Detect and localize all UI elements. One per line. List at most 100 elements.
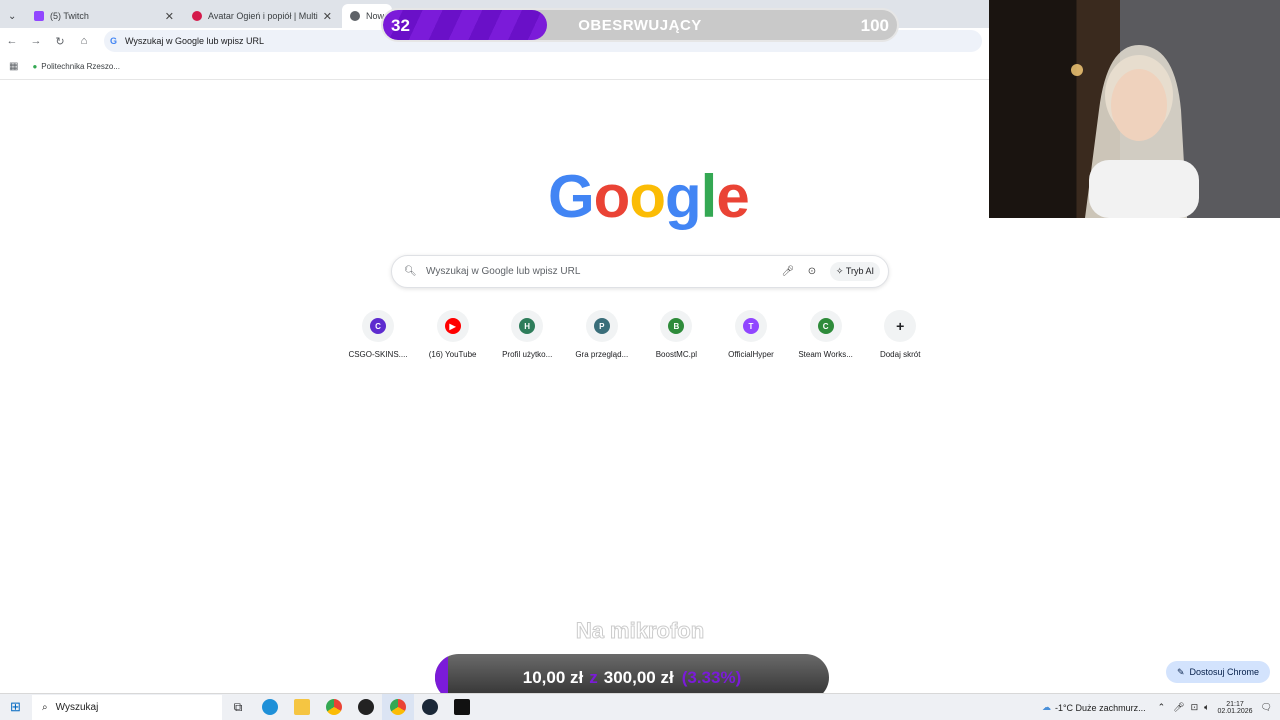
google-logo: Google	[548, 163, 750, 230]
webcam-streamer-image	[1071, 45, 1199, 218]
follower-goal-bar: 32 OBESRWUJĄCY 100	[381, 8, 899, 42]
clock[interactable]: 21:17 02.01.2026	[1218, 701, 1253, 715]
reload-icon[interactable]: ↻	[48, 35, 72, 48]
network-icon[interactable]: ⊡	[1191, 702, 1199, 713]
shortcut-label: Gra przegląd...	[575, 350, 629, 359]
multikino-icon	[192, 11, 202, 21]
volume-icon[interactable]: 🔈︎	[1204, 702, 1209, 713]
microphone-icon[interactable]: 🎤︎	[776, 266, 800, 277]
tab-twitch[interactable]: (5) Twitch ✕	[26, 4, 180, 28]
shortcut-icon-circle: B	[660, 310, 693, 342]
windows-taskbar: ⊞ ⌕ Wyszukaj ⧉ ☁ -1°C Duże zachmurz... ⌃…	[0, 693, 1280, 720]
shortcut-label: CSGO-SKINS....	[348, 350, 408, 359]
back-icon[interactable]: ←	[0, 35, 24, 47]
clock-time: 21:17	[1226, 700, 1244, 708]
shortcut-favicon-icon: P	[593, 318, 610, 334]
shortcut-icon-circle: +	[884, 310, 917, 342]
shortcut-favicon-icon: H	[519, 318, 536, 334]
bookmark-politechnika[interactable]: ● Politechnika Rzeszo...	[32, 62, 120, 71]
google-lens-icon[interactable]: ⊙	[800, 266, 824, 277]
system-tray: ☁ -1°C Duże zachmurz... ⌃ 🎤︎ ⊡ 🔈︎ 21:17 …	[1042, 694, 1280, 720]
shortcut-label: Profil użytko...	[502, 350, 553, 359]
shortcut-label: (16) YouTube	[428, 350, 477, 359]
chevron-up-icon[interactable]: ⌃	[1158, 702, 1166, 713]
twitch-icon	[34, 11, 44, 21]
search-icon: 🔍︎	[404, 266, 417, 277]
chevron-down-icon: ⌄	[8, 10, 17, 22]
bookmarks-bar: ▦ ● Politechnika Rzeszo...	[0, 54, 990, 80]
search-box[interactable]: 🔍︎ Wyszukaj w Google lub wpisz URL 🎤︎ ⊙ …	[391, 255, 889, 288]
pencil-icon: ✎	[1176, 666, 1185, 677]
tab-search-button[interactable]: ⌄	[0, 4, 24, 28]
shortcut-tile[interactable]: + Dodaj skrót	[860, 310, 940, 359]
webcam-overlay	[989, 0, 1280, 218]
shortcut-tile[interactable]: B BoostMC.pl	[636, 310, 716, 359]
follower-goal-target: 100	[860, 16, 889, 35]
obs-icon[interactable]	[350, 694, 382, 720]
bookmark-label: Politechnika Rzeszo...	[41, 62, 120, 71]
shortcut-tile[interactable]: H Profil użytko...	[487, 310, 567, 359]
follower-goal-label: OBESRWUJĄCY	[578, 17, 702, 34]
shortcut-label: Steam Works...	[798, 350, 853, 359]
shortcut-favicon-icon: ▶	[444, 318, 461, 334]
taskbar-search-label: Wyszukaj	[55, 701, 99, 713]
omnibox-text: Wyszukaj w Google lub wpisz URL	[125, 36, 264, 46]
app-icon[interactable]	[446, 694, 478, 720]
clock-date: 02.01.2026	[1217, 707, 1253, 715]
ai-mode-label: Tryb AI	[845, 266, 874, 276]
shortcut-favicon-icon: T	[743, 318, 759, 334]
shortcut-favicon-icon: C	[817, 318, 834, 334]
shortcut-icon-circle: H	[511, 310, 544, 342]
shortcut-icon-circle: T	[735, 310, 767, 342]
shortcut-tile[interactable]: P Gra przegląd...	[562, 310, 642, 359]
search-icon: ⌕	[42, 701, 48, 713]
file-explorer-icon[interactable]	[286, 694, 318, 720]
notification-icon[interactable]: 🗨︎	[1261, 702, 1272, 713]
shortcut-tile[interactable]: C CSGO-SKINS....	[338, 310, 418, 359]
shortcut-tile[interactable]: T OfficialHyper	[711, 310, 791, 359]
shortcut-favicon-icon: C	[370, 318, 386, 334]
tab-label: Avatar Ogień i popiół | Multikin	[208, 11, 318, 21]
tab-label: (5) Twitch	[50, 11, 89, 21]
edge-icon[interactable]	[254, 694, 286, 720]
shortcut-label: OfficialHyper	[728, 350, 774, 359]
search-input[interactable]: Wyszukaj w Google lub wpisz URL	[426, 266, 776, 277]
windows-start-icon[interactable]: ⊞	[10, 699, 21, 715]
donation-current: 10,00 zł	[522, 667, 584, 687]
donation-goal: 300,00 zł	[603, 667, 674, 687]
chrome-icon	[350, 11, 360, 21]
shortcut-icon-circle: ▶	[436, 310, 469, 342]
shortcut-icon-circle: C	[362, 310, 394, 342]
donation-percent: (3.33%)	[681, 667, 742, 687]
customize-chrome-label: Dostosuj Chrome	[1189, 667, 1260, 677]
stream-caption: Na mikrofon	[575, 618, 705, 644]
screen: ⌄ (5) Twitch ✕ Avatar Ogień i popiół | M…	[0, 0, 1280, 720]
shortcut-label: Dodaj skrót	[879, 350, 921, 359]
task-view-icon[interactable]: ⧉	[222, 694, 254, 720]
forward-icon[interactable]: →	[24, 35, 48, 47]
customize-chrome-button[interactable]: ✎ Dostosuj Chrome	[1166, 661, 1270, 683]
tab-multikino[interactable]: Avatar Ogień i popiół | Multikin ✕	[184, 4, 338, 28]
apps-grid-icon[interactable]: ▦	[9, 61, 18, 72]
taskbar-search[interactable]: ⌕ Wyszukaj	[32, 694, 222, 720]
shortcut-favicon-icon: B	[668, 318, 685, 334]
plus-icon: +	[892, 318, 909, 334]
close-icon[interactable]: ✕	[323, 10, 332, 23]
home-icon[interactable]: ⌂	[72, 35, 96, 47]
chrome-profile-icon[interactable]	[382, 693, 414, 720]
weather-text[interactable]: -1°C Duże zachmurz...	[1055, 703, 1146, 713]
steam-icon[interactable]	[414, 694, 446, 720]
microphone-icon[interactable]: 🎤︎	[1173, 702, 1184, 713]
donation-separator: z	[589, 667, 598, 687]
shortcut-tile[interactable]: C Steam Works...	[786, 310, 866, 359]
map-pin-icon: ●	[32, 62, 38, 71]
shortcut-tile[interactable]: ▶ (16) YouTube	[413, 310, 493, 359]
weather-icon: ☁	[1041, 702, 1051, 712]
shortcut-icon-circle: P	[585, 310, 618, 342]
chrome-icon[interactable]	[318, 694, 350, 720]
shortcut-icon-circle: C	[809, 310, 842, 342]
shortcut-label: BoostMC.pl	[655, 350, 698, 359]
google-g-icon: G	[110, 36, 118, 46]
close-icon[interactable]: ✕	[165, 10, 174, 23]
ai-mode-button[interactable]: ✧ Tryb AI	[829, 262, 880, 281]
